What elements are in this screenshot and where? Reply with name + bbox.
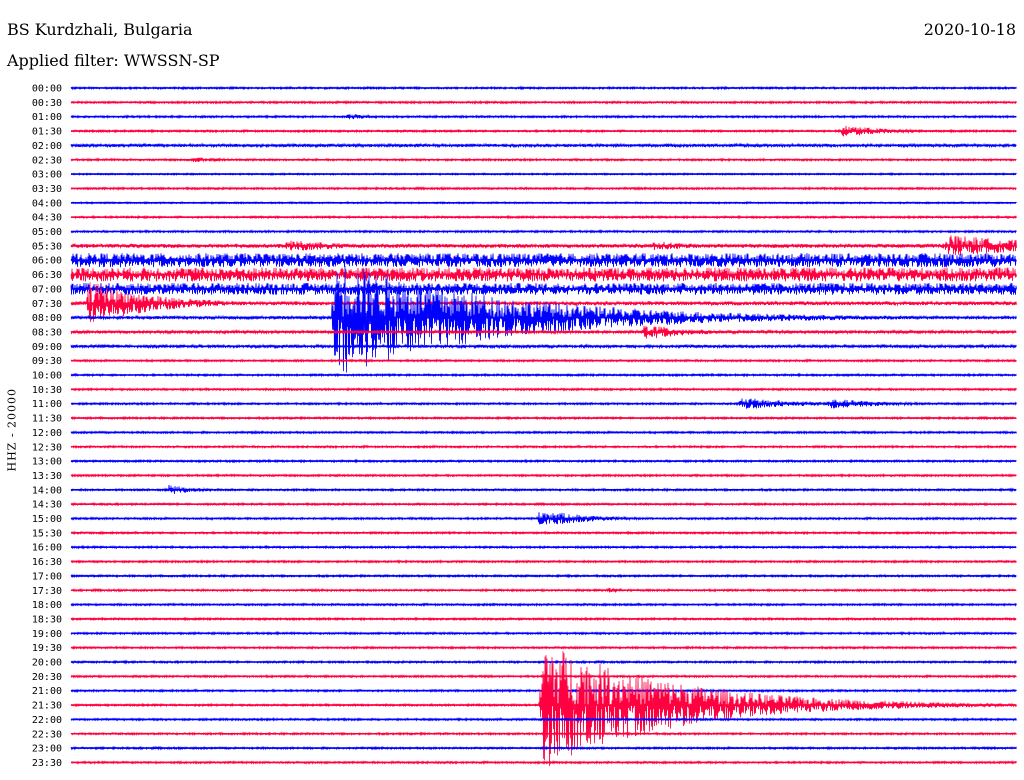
row-time-label: 04:30	[32, 213, 62, 224]
row-time-label: 02:30	[32, 155, 62, 166]
row-time-label: 20:30	[32, 672, 62, 683]
row-time-label: 12:00	[32, 428, 62, 439]
row-time-label: 06:00	[32, 256, 62, 267]
row-time-label: 19:30	[32, 643, 62, 654]
row-time-label: 15:30	[32, 528, 62, 539]
row-time-label: 21:00	[32, 686, 62, 697]
row-time-label: 08:30	[32, 327, 62, 338]
row-time-label: 08:00	[32, 313, 62, 324]
row-time-label: 23:30	[32, 758, 62, 769]
row-time-label: 18:00	[32, 600, 62, 611]
row-time-label: 16:30	[32, 557, 62, 568]
seismogram-trace-row	[70, 265, 1017, 373]
row-time-label: 09:30	[32, 356, 62, 367]
row-time-label: 17:30	[32, 586, 62, 597]
row-time-label: 07:00	[32, 284, 62, 295]
row-time-label: 10:00	[32, 371, 62, 382]
row-time-label: 10:30	[32, 385, 62, 396]
row-time-label: 09:00	[32, 342, 62, 353]
row-time-label: 22:30	[32, 729, 62, 740]
row-time-label: 23:00	[32, 744, 62, 755]
row-time-label: 21:30	[32, 701, 62, 712]
row-time-label: 03:30	[32, 184, 62, 195]
row-time-label: 14:00	[32, 485, 62, 496]
row-time-label: 02:00	[32, 141, 62, 152]
row-time-label: 01:00	[32, 112, 62, 123]
row-time-label: 11:30	[32, 414, 62, 425]
row-time-label: 01:30	[32, 127, 62, 138]
row-time-label: 11:00	[32, 399, 62, 410]
row-time-label: 18:30	[32, 614, 62, 625]
row-time-label: 05:00	[32, 227, 62, 238]
helicorder-plot: 00:00 00:30 01:00 01:30 02:00 02:30 03:00 03:30…	[32, 84, 1017, 769]
row-time-label: 03:00	[32, 170, 62, 181]
row-time-label: 05:30	[32, 241, 62, 252]
row-time-label: 19:00	[32, 629, 62, 640]
row-time-label: 04:00	[32, 198, 62, 209]
row-time-label: 13:00	[32, 457, 62, 468]
row-time-label: 15:00	[32, 514, 62, 525]
row-time-label: 00:30	[32, 98, 62, 109]
row-time-label: 12:30	[32, 442, 62, 453]
row-time-label: 07:30	[32, 299, 62, 310]
row-time-label: 20:00	[32, 658, 62, 669]
row-time-label: 00:00	[32, 84, 62, 95]
row-time-label: 14:30	[32, 500, 62, 511]
row-time-label: 06:30	[32, 270, 62, 281]
row-time-label: 16:00	[32, 543, 62, 554]
row-time-label: 13:30	[32, 471, 62, 482]
row-time-label: 17:00	[32, 571, 62, 582]
row-time-label: 22:00	[32, 715, 62, 726]
